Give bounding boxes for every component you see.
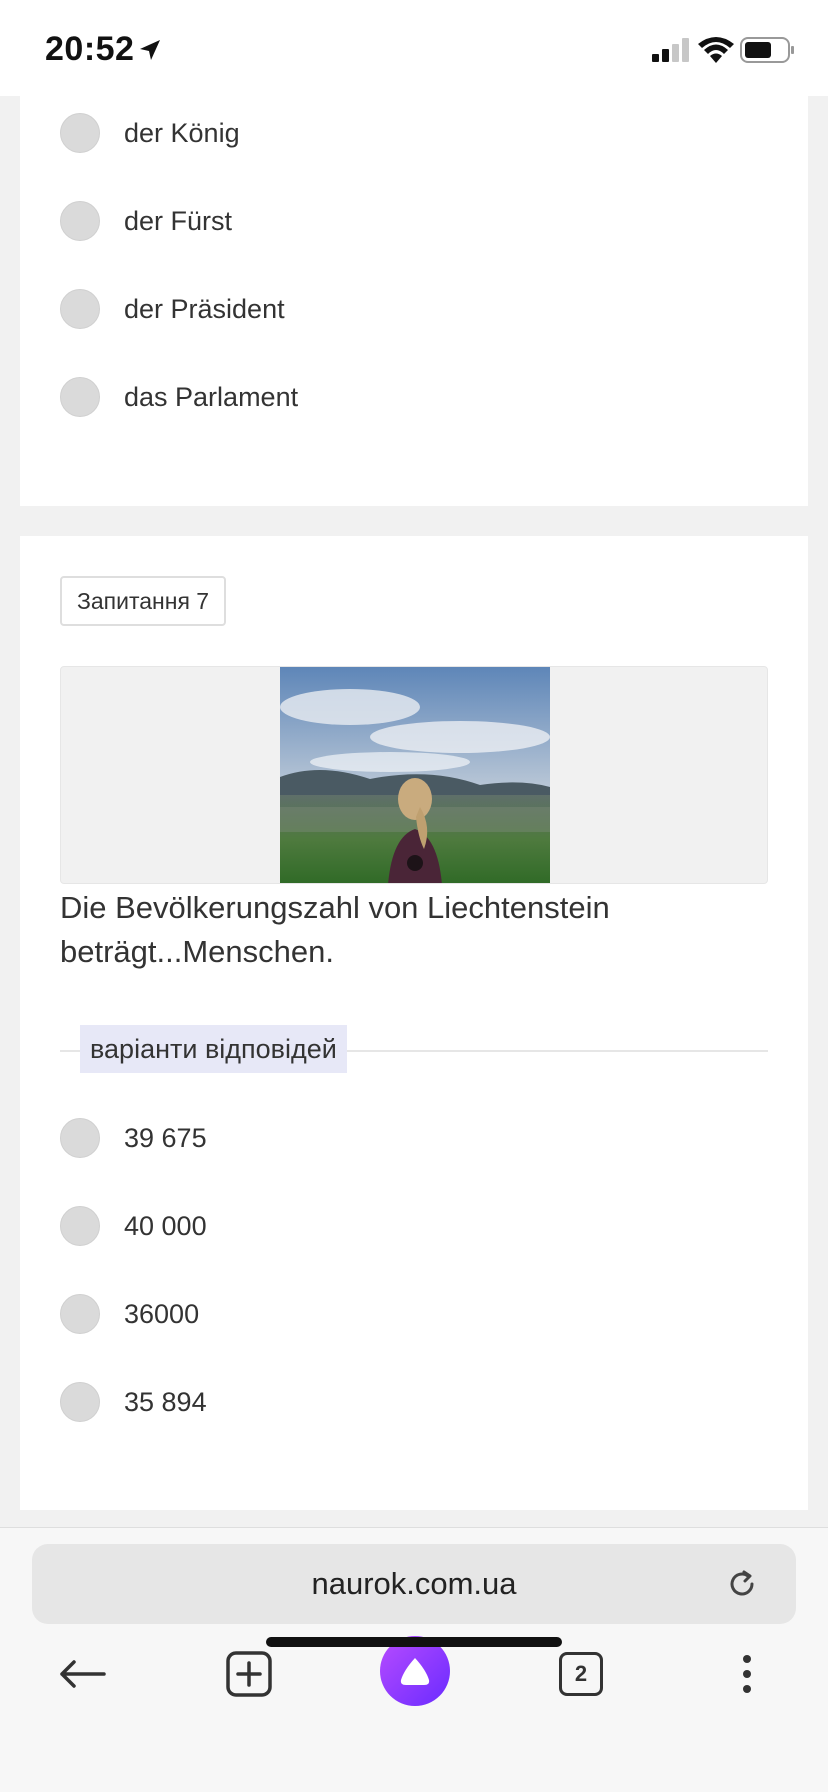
location-arrow-icon [140,40,160,60]
back-arrow-icon [60,1660,106,1688]
radio-button[interactable] [60,289,100,329]
option-label: 40 000 [124,1210,207,1241]
option-label: der König [124,117,240,148]
tabs-icon: 2 [559,1652,603,1696]
answer-option[interactable]: das Parlament [60,377,298,417]
more-menu-icon [743,1655,751,1693]
radio-button[interactable] [60,113,100,153]
option-label: 35 894 [124,1386,207,1417]
browser-toolbar: naurok.com.ua 2 [0,1527,828,1792]
cellular-signal-icon [652,38,689,62]
battery-icon [740,37,794,63]
answers-label: варіанти відповідей [80,1025,347,1073]
radio-button[interactable] [60,1118,100,1158]
radio-button[interactable] [60,1206,100,1246]
option-label: der Fürst [124,205,233,236]
new-tab-icon [226,1651,272,1697]
answer-option[interactable]: 39 675 [60,1118,207,1158]
previous-question-card: der König der Fürst der Präsident das Pa… [20,96,808,506]
option-label: das Parlament [124,381,299,412]
answer-option[interactable]: der König [60,113,240,153]
question-photo[interactable] [280,667,550,884]
answer-option[interactable]: der Fürst [60,201,232,241]
answer-option[interactable]: 35 894 [60,1382,207,1422]
question-card: Запитання 7 Die Bevölkerungszahl von Lie… [20,536,808,1510]
question-number-badge: Запитання 7 [60,576,227,626]
alice-assistant-icon [400,1658,430,1685]
question-image-frame [60,666,768,884]
reload-icon[interactable] [724,1566,760,1602]
new-tab-button[interactable] [219,1644,279,1704]
status-bar: 20:52 [0,0,828,96]
radio-button[interactable] [60,1382,100,1422]
option-label: der Präsident [124,293,285,324]
more-menu-button[interactable] [717,1644,777,1704]
question-text: Die Bevölkerungszahl von Liechtenstein b… [60,890,610,969]
radio-button[interactable] [60,377,100,417]
tabs-button[interactable]: 2 [551,1644,611,1704]
radio-button[interactable] [60,201,100,241]
wifi-icon [698,37,734,63]
radio-button[interactable] [60,1294,100,1334]
option-label: 36000 [124,1298,200,1329]
option-label: 39 675 [124,1122,207,1153]
url-text: naurok.com.ua [311,1566,517,1601]
home-indicator [266,1637,562,1647]
back-button[interactable] [52,1644,112,1704]
answer-option[interactable]: der Präsident [60,289,285,329]
status-time: 20:52 [45,30,135,68]
answer-option[interactable]: 40 000 [60,1206,207,1246]
answer-option[interactable]: 36000 [60,1294,199,1334]
address-bar[interactable]: naurok.com.ua [32,1544,796,1624]
